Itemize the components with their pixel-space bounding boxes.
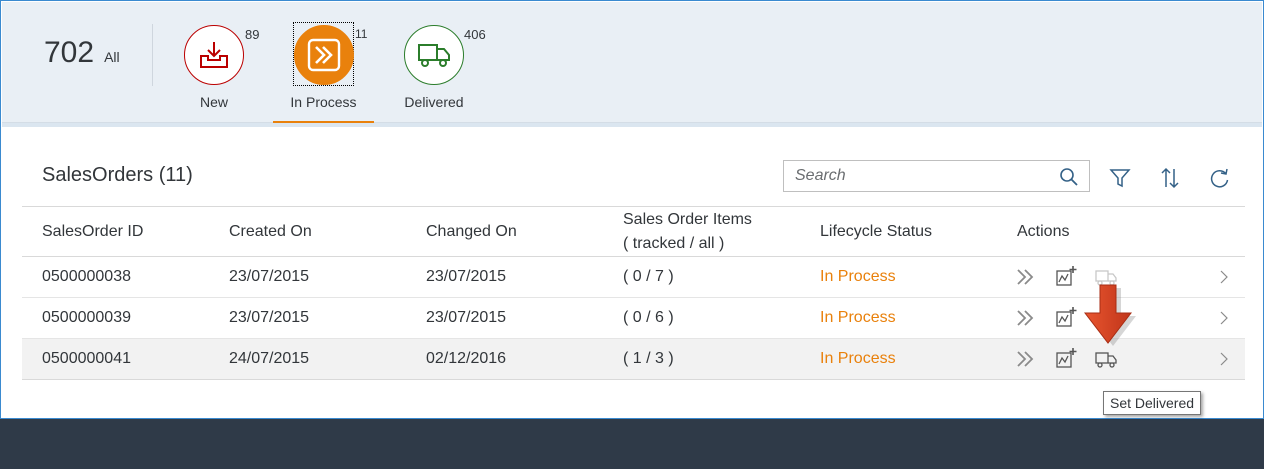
column-header-changed: Changed On: [426, 223, 517, 240]
tab-count: 11: [355, 27, 368, 41]
table-row[interactable]: 0500000039 23/07/2015 23/07/2015 ( 0 / 6…: [22, 298, 1245, 339]
tab-label: New: [199, 94, 228, 110]
column-header-created: Created On: [229, 223, 312, 240]
table-row[interactable]: 0500000038 23/07/2015 23/07/2015 ( 0 / 7…: [22, 257, 1245, 298]
cell-created: 23/07/2015: [229, 309, 310, 326]
cell-items: ( 0 / 6 ): [623, 309, 674, 326]
search-icon[interactable]: [1059, 167, 1079, 187]
tab-delivered[interactable]: 406 Delivered: [384, 22, 486, 124]
tab-all[interactable]: 702 All: [44, 36, 120, 76]
pointer-arrow-icon: [1083, 283, 1139, 347]
fast-forward-icon[interactable]: [1014, 306, 1038, 330]
sort-icon[interactable]: [1158, 166, 1182, 190]
filter-icon[interactable]: [1108, 166, 1132, 190]
cell-changed: 23/07/2015: [426, 309, 507, 326]
column-header-actions: Actions: [1017, 223, 1070, 240]
tab-separator: [152, 24, 153, 86]
sales-orders-table: SalesOrder ID Created On Changed On Sale…: [22, 206, 1245, 380]
chevron-right-icon[interactable]: [1218, 310, 1230, 326]
all-label: All: [104, 49, 120, 65]
column-header-id: SalesOrder ID: [42, 223, 144, 240]
search-field[interactable]: [783, 160, 1090, 192]
tab-in-process[interactable]: 11 In Process: [273, 22, 374, 124]
search-input[interactable]: [785, 162, 1053, 190]
download-inbox-icon: [184, 25, 244, 85]
fast-forward-icon: [294, 25, 354, 85]
cell-changed: 02/12/2016: [426, 350, 507, 367]
cell-items: ( 0 / 7 ): [623, 268, 674, 285]
tab-label: Delivered: [404, 94, 464, 110]
tab-count: 406: [464, 27, 486, 42]
icon-tab-header: 702 All 89 New 11 In Process 406 Deliver…: [2, 2, 1262, 124]
cell-status: In Process: [820, 309, 896, 326]
cell-created: 23/07/2015: [229, 268, 310, 285]
cell-created: 24/07/2015: [229, 350, 310, 367]
add-chart-icon[interactable]: [1054, 306, 1078, 330]
column-header-items-sub: ( tracked / all ): [623, 235, 725, 252]
cell-status: In Process: [820, 268, 896, 285]
table-row[interactable]: 0500000041 24/07/2015 02/12/2016 ( 1 / 3…: [22, 339, 1245, 380]
cell-changed: 23/07/2015: [426, 268, 507, 285]
refresh-icon[interactable]: [1208, 166, 1232, 190]
cell-id: 0500000041: [42, 350, 131, 367]
tab-count: 89: [245, 27, 260, 42]
set-delivered-button[interactable]: [1094, 347, 1118, 371]
cell-id: 0500000039: [42, 309, 131, 326]
all-count: 702: [44, 36, 95, 69]
tooltip-set-delivered: Set Delivered: [1103, 391, 1202, 415]
delivery-truck-icon: [404, 25, 464, 85]
chevron-right-icon[interactable]: [1218, 269, 1230, 285]
header-shadow: [2, 123, 1262, 127]
table-header-row: SalesOrder ID Created On Changed On Sale…: [22, 207, 1245, 257]
column-header-status: Lifecycle Status: [820, 223, 933, 240]
tab-label: In Process: [290, 94, 357, 110]
app-window: 702 All 89 New 11 In Process 406 Deliver…: [0, 0, 1264, 419]
cell-items: ( 1 / 3 ): [623, 350, 674, 367]
tab-new[interactable]: 89 New: [164, 22, 264, 124]
table-title: SalesOrders (11): [42, 164, 193, 186]
add-chart-icon[interactable]: [1054, 347, 1078, 371]
cell-id: 0500000038: [42, 268, 131, 285]
fast-forward-icon[interactable]: [1014, 265, 1038, 289]
cell-status: In Process: [820, 350, 896, 367]
column-header-items: Sales Order Items: [623, 211, 752, 228]
fast-forward-icon[interactable]: [1014, 347, 1038, 371]
chevron-right-icon[interactable]: [1218, 351, 1230, 367]
add-chart-icon[interactable]: [1054, 265, 1078, 289]
